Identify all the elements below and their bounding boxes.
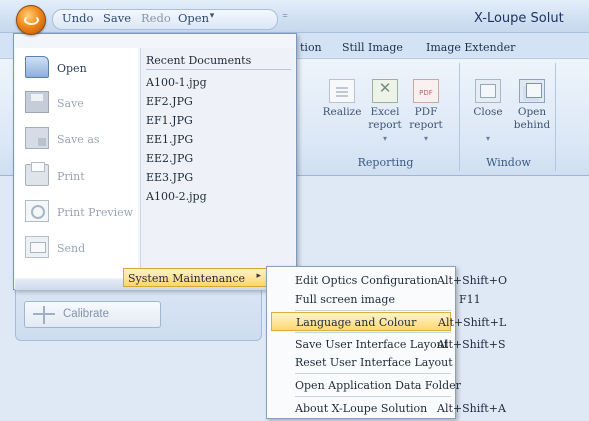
save-button[interactable]: Save: [103, 11, 131, 25]
reporting-group-label: Reporting: [357, 156, 414, 169]
window-stack-icon: [519, 79, 545, 103]
submenu-about[interactable]: About X-Loupe Solution Alt+Shift+A: [271, 399, 506, 418]
submenu-divider: [295, 396, 451, 397]
excel-icon: [372, 79, 398, 103]
calibrate-button[interactable]: Calibrate: [24, 301, 161, 328]
close-label: Close: [473, 106, 503, 118]
menu-print[interactable]: Print: [21, 160, 137, 194]
system-maintenance-item[interactable]: System Maintenance ▸: [123, 268, 268, 287]
recent-item[interactable]: A100-1.jpg: [146, 76, 207, 89]
recent-item[interactable]: EF2.JPG: [146, 95, 193, 108]
excel-report-button[interactable]: Excel report ▾: [365, 79, 405, 145]
menu-save-as[interactable]: Save as: [21, 123, 137, 157]
pdf-icon: [413, 79, 439, 103]
application-menu: Open Save Save as Print Print Preview Se…: [13, 33, 297, 290]
window-title: X-Loupe Solut: [474, 11, 564, 26]
chevron-down-icon: ▾: [485, 134, 490, 143]
submenu-reset-ui-layout[interactable]: Reset User Interface Layout: [271, 353, 453, 372]
submenu-item-shortcut: Alt+Shift+O: [437, 274, 507, 287]
submenu-divider: [295, 332, 451, 333]
menu-print-preview[interactable]: Print Preview: [21, 196, 137, 230]
window-close-icon: [475, 79, 501, 103]
window-group-label: Window: [486, 156, 531, 169]
submenu-item-label: Open Application Data Folder: [295, 379, 461, 392]
submenu-save-ui-layout[interactable]: Save User Interface Layout Alt+Shift+S: [271, 335, 505, 354]
customize-qat-icon[interactable]: ⁼: [278, 11, 292, 25]
chevron-down-icon: ▾: [423, 134, 428, 143]
print-preview-icon: [25, 200, 49, 222]
save-icon: [25, 91, 49, 113]
tab-still-image[interactable]: Still Image: [342, 41, 403, 54]
submenu-item-shortcut: Alt+Shift+L: [438, 316, 507, 329]
undo-button[interactable]: Undo: [62, 11, 93, 25]
close-button[interactable]: Close ▾: [468, 79, 508, 145]
document-icon: [329, 79, 355, 103]
menu-open-label: Open: [57, 62, 87, 75]
recent-item[interactable]: EF1.JPG: [146, 114, 193, 127]
submenu-item-label: Save User Interface Layout: [295, 338, 449, 351]
submenu-item-label: Language and Colour: [296, 316, 417, 329]
submenu-language-colour[interactable]: Language and Colour Alt+Shift+L: [271, 312, 506, 331]
excel-report-label: Excel report: [368, 106, 402, 131]
submenu-item-shortcut: F11: [459, 293, 481, 306]
window-group: Close ▾ Open behind Window: [462, 63, 556, 171]
recent-item[interactable]: EE2.JPG: [146, 152, 193, 165]
save-as-icon: [25, 127, 49, 149]
chevron-right-icon: ▸: [256, 271, 261, 281]
realize-button[interactable]: Realize: [322, 79, 362, 119]
submenu-open-app-data[interactable]: Open Application Data Folder: [271, 376, 461, 395]
send-icon: [25, 236, 49, 258]
recent-item[interactable]: EE1.JPG: [146, 133, 193, 146]
submenu-item-shortcut: Alt+Shift+S: [437, 338, 506, 351]
pdf-report-label: PDF report: [409, 106, 443, 131]
open-behind-label: Open behind: [513, 106, 551, 131]
menu-open[interactable]: Open: [21, 52, 137, 86]
pdf-report-button[interactable]: PDF report ▾: [406, 79, 446, 145]
submenu-divider: [295, 310, 451, 311]
redo-button[interactable]: Redo: [141, 11, 171, 25]
menu-print-preview-label: Print Preview: [57, 206, 134, 219]
app-menu-commands: Open Save Save as Print Print Preview Se…: [15, 48, 138, 278]
submenu-item-shortcut: Alt+Shift+A: [437, 402, 506, 415]
chevron-down-icon: ▾: [382, 134, 387, 143]
application-button[interactable]: [16, 5, 46, 35]
menu-save[interactable]: Save: [21, 87, 137, 121]
recent-documents-title: Recent Documents: [146, 54, 291, 70]
system-maintenance-label: System Maintenance: [128, 272, 246, 285]
submenu-divider: [295, 373, 451, 374]
printer-icon: [25, 162, 49, 186]
submenu-item-label: Reset User Interface Layout: [295, 356, 453, 369]
folder-open-icon: [25, 56, 49, 78]
menu-print-label: Print: [57, 170, 85, 183]
app-logo-icon: [24, 15, 39, 25]
system-maintenance-submenu: Edit Optics Configuration Alt+Shift+O Fu…: [266, 266, 507, 419]
calibrate-label: Calibrate: [63, 308, 110, 320]
menu-send[interactable]: Send: [21, 232, 137, 266]
tab-image-extender[interactable]: Image Extender: [426, 41, 515, 54]
crosshair-icon: [33, 306, 55, 324]
menu-send-label: Send: [57, 242, 86, 255]
menu-save-label: Save: [57, 97, 84, 110]
realize-label: Realize: [322, 106, 362, 118]
submenu-item-label: Edit Optics Configuration: [295, 274, 438, 287]
open-button[interactable]: Open: [178, 11, 209, 25]
submenu-item-label: Full screen image: [295, 293, 395, 306]
submenu-item-label: About X-Loupe Solution: [295, 402, 428, 415]
open-behind-button[interactable]: Open behind: [512, 79, 552, 132]
submenu-full-screen[interactable]: Full screen image F11: [271, 290, 481, 309]
menu-save-as-label: Save as: [57, 133, 100, 146]
recent-item[interactable]: EE3.JPG: [146, 171, 193, 184]
submenu-edit-optics[interactable]: Edit Optics Configuration Alt+Shift+O: [271, 271, 507, 290]
tab-partial[interactable]: tion: [300, 41, 322, 54]
reporting-group: Realize Excel report ▾ PDF report ▾ Repo…: [312, 63, 460, 171]
recent-item[interactable]: A100-2.jpg: [146, 190, 207, 203]
